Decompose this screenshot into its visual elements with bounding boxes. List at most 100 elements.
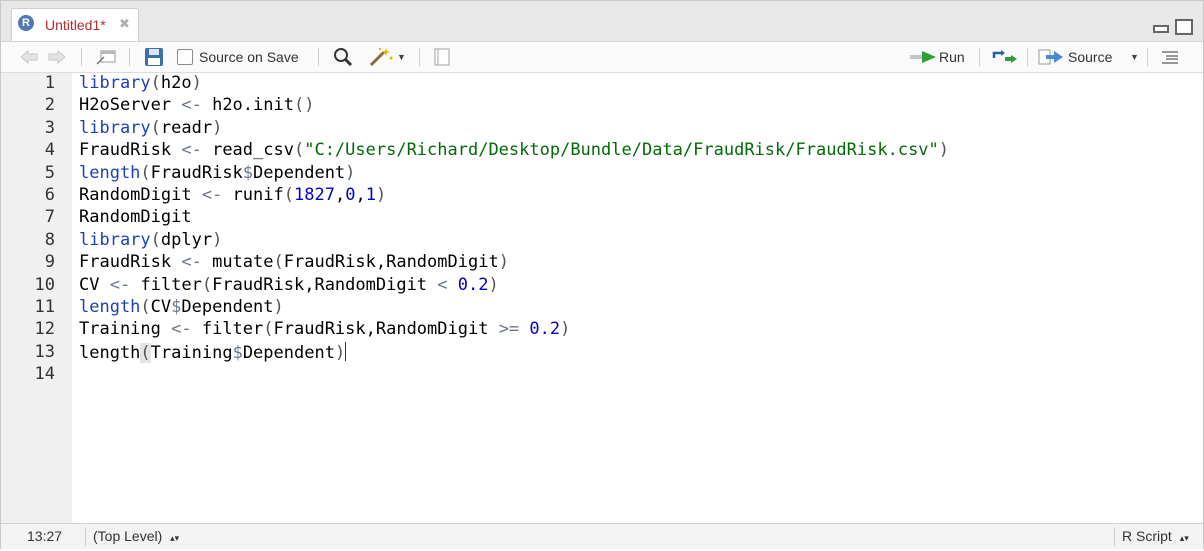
- code-token: library: [79, 73, 151, 93]
- code-token: CV: [79, 274, 110, 295]
- code-token: <-: [181, 140, 202, 161]
- code-token: ): [938, 140, 950, 161]
- toolbar-separator: [318, 48, 319, 66]
- rerun-button[interactable]: [991, 42, 1019, 72]
- file-type-selector[interactable]: R Script ▴▾: [1122, 524, 1189, 549]
- code-token: RandomDigit: [79, 207, 192, 228]
- code-token: ): [212, 117, 223, 138]
- line-number: 12: [34, 319, 55, 340]
- scope-label: (Top Level): [93, 528, 163, 544]
- code-token: ): [212, 229, 223, 250]
- back-button[interactable]: [19, 42, 39, 72]
- code-line[interactable]: length(CV$Dependent): [79, 297, 284, 317]
- code-token: <-: [181, 95, 202, 116]
- rerun-icon: [992, 50, 1017, 63]
- run-button[interactable]: Run: [909, 42, 965, 72]
- code-token: ,: [334, 185, 346, 205]
- source-on-save-label: Source on Save: [199, 49, 299, 65]
- find-replace-button[interactable]: [333, 42, 353, 72]
- code-token: (: [140, 162, 151, 183]
- code-tools-button[interactable]: ▼: [369, 42, 406, 72]
- code-line[interactable]: length(Training$Dependent): [79, 341, 347, 363]
- code-line[interactable]: library(h2o): [79, 73, 202, 93]
- code-token: mutate: [201, 252, 274, 273]
- code-token: library: [79, 229, 151, 250]
- line-number-gutter: 1 2 3 4 5 6 7 8 9 10 11 12 13 14: [1, 73, 72, 523]
- code-token: Training: [150, 342, 233, 363]
- document-outline-button[interactable]: [1161, 42, 1179, 72]
- code-token: <-: [181, 252, 202, 273]
- code-token: (: [140, 342, 151, 363]
- code-token: library: [79, 117, 151, 138]
- code-token: >=: [498, 319, 520, 340]
- toolbar-separator: [129, 48, 130, 66]
- code-token: h2o: [160, 73, 192, 93]
- checkbox-box[interactable]: [177, 49, 193, 65]
- forward-button[interactable]: [47, 42, 67, 72]
- code-token: 0.2: [529, 319, 561, 340]
- source-button[interactable]: Source: [1038, 42, 1112, 72]
- code-line[interactable]: RandomDigit <- runif(1827,0,1): [79, 185, 386, 205]
- code-editor[interactable]: 1 2 3 4 5 6 7 8 9 10 11 12 13 14 library(h2o) H2oServe…: [1, 73, 1203, 523]
- scope-selector[interactable]: (Top Level) ▴▾: [93, 524, 179, 549]
- minimize-pane-icon[interactable]: [1153, 25, 1169, 33]
- file-type-label: R Script: [1122, 528, 1172, 544]
- code-token: ,: [355, 185, 366, 205]
- code-token: ): [560, 319, 571, 340]
- source-on-save-checkbox[interactable]: Source on Save: [177, 42, 299, 72]
- code-token: 1: [365, 185, 376, 205]
- line-number: 8: [44, 229, 55, 250]
- toolbar-separator: [1027, 48, 1028, 66]
- code-token: 1827: [293, 185, 335, 205]
- code-token: <-: [171, 319, 192, 340]
- code-token: length: [79, 297, 141, 317]
- code-token: Dependent: [181, 297, 274, 317]
- run-label: Run: [939, 49, 965, 65]
- updown-icon: ▴▾: [170, 533, 180, 543]
- code-token: Training: [79, 319, 172, 340]
- line-number: 3: [44, 117, 55, 138]
- code-line[interactable]: FraudRisk <- read_csv("C:/Users/Richard/…: [79, 140, 949, 160]
- maximize-pane-icon[interactable]: [1175, 19, 1193, 35]
- line-number: 1: [44, 73, 55, 93]
- magic-wand-icon: [369, 47, 393, 67]
- code-token: ): [191, 73, 202, 93]
- source-icon: [1038, 49, 1063, 65]
- code-token: (: [283, 185, 294, 205]
- code-line[interactable]: Training <- filter(FraudRisk,RandomDigit…: [79, 319, 570, 339]
- code-line[interactable]: library(readr): [79, 118, 222, 138]
- code-line[interactable]: H2oServer <- h2o.init(): [79, 95, 314, 115]
- toolbar-separator: [81, 48, 82, 66]
- save-button[interactable]: [144, 42, 164, 72]
- code-line[interactable]: FraudRisk <- mutate(FraudRisk,RandomDigi…: [79, 252, 509, 272]
- close-icon[interactable]: ✖: [119, 16, 130, 32]
- code-line[interactable]: CV <- filter(FraudRisk,RandomDigit < 0.2…: [79, 275, 499, 295]
- code-token: Dependent: [253, 162, 346, 183]
- code-line[interactable]: RandomDigit: [79, 207, 192, 227]
- code-token: ): [273, 297, 284, 317]
- code-token: $: [242, 162, 254, 183]
- code-token: (): [293, 95, 315, 116]
- line-number: 10: [34, 274, 55, 295]
- code-token: H2oServer: [79, 95, 182, 116]
- code-token: filter: [191, 319, 264, 340]
- code-token: Dependent: [242, 342, 335, 363]
- rstudio-source-editor: R Untitled1* ✖ Source on Save ▼ Run Sour…: [0, 0, 1204, 549]
- code-token: <-: [201, 185, 223, 205]
- show-in-window-button[interactable]: [95, 42, 117, 72]
- show-in-window-icon: [96, 50, 116, 65]
- code-token: ): [334, 342, 346, 363]
- code-token: CV: [150, 297, 172, 317]
- code-line[interactable]: length(FraudRisk$Dependent): [79, 163, 355, 183]
- code-token: (: [150, 73, 161, 93]
- status-bar: 13:27 (Top Level) ▴▾ R Script ▴▾: [1, 523, 1203, 549]
- tab-untitled1[interactable]: R Untitled1* ✖: [11, 8, 139, 41]
- editor-toolbar: Source on Save ▼ Run Source ▼: [1, 42, 1203, 73]
- compile-report-button[interactable]: [433, 42, 451, 72]
- source-options-dropdown[interactable]: ▼: [1130, 42, 1139, 72]
- run-arrow-icon: [910, 51, 936, 63]
- arrow-left-icon: [20, 50, 38, 64]
- code-line[interactable]: library(dplyr): [79, 230, 222, 250]
